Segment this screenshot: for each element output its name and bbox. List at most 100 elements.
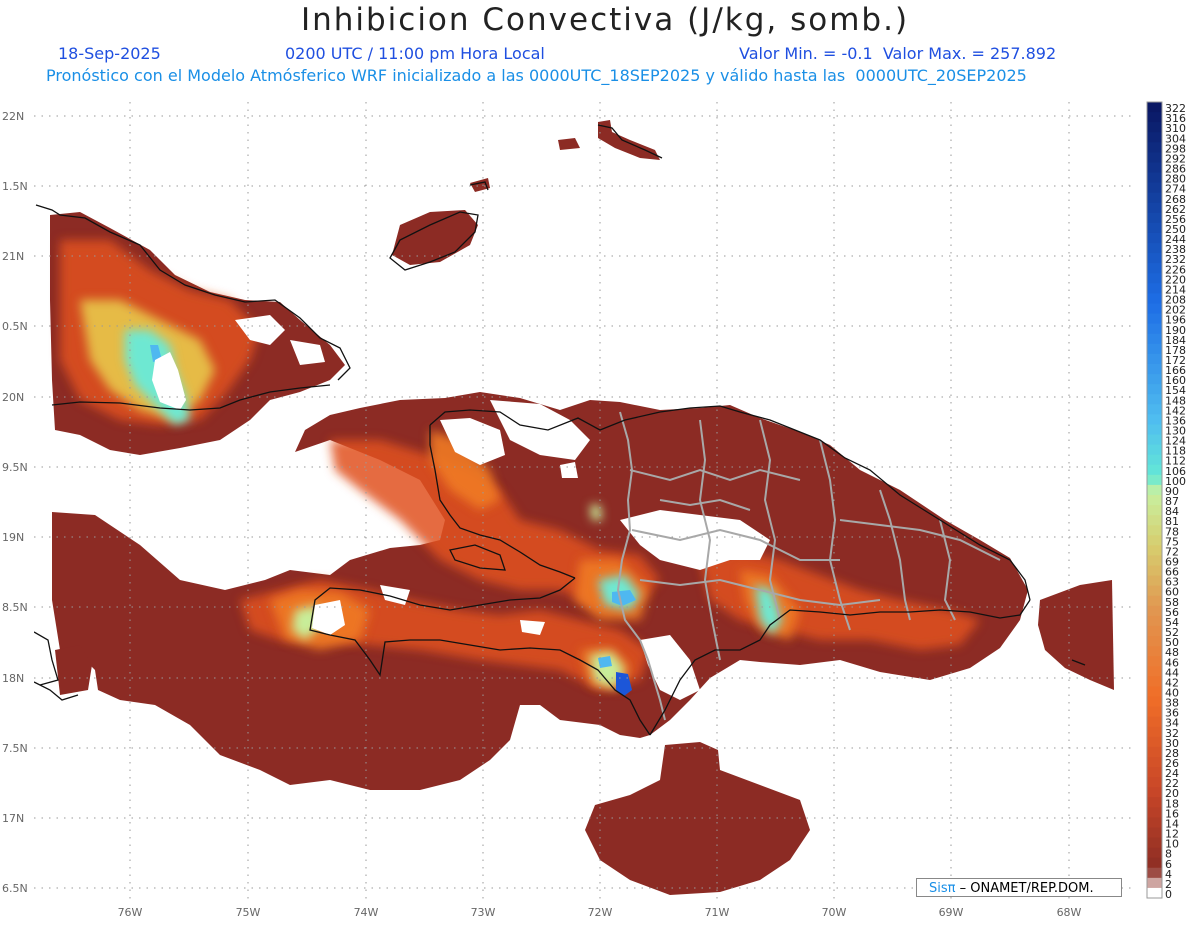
colorbar-swatch <box>1147 555 1162 566</box>
colorbar-swatch <box>1147 585 1162 597</box>
colorbar-swatch <box>1147 303 1162 315</box>
colorbar-swatch <box>1147 676 1162 687</box>
colorbar-swatch <box>1147 202 1162 214</box>
colorbar: 3223163103042982922862802742682622562502… <box>1146 101 1186 901</box>
colorbar-swatch <box>1147 484 1162 496</box>
colorbar-label: 0 <box>1165 888 1172 901</box>
colorbar-swatch <box>1147 857 1162 869</box>
lon-label-6: 70W <box>822 906 847 919</box>
colorbar-swatch <box>1147 102 1162 113</box>
forecast-time: 0200 UTC / 11:00 pm Hora Local <box>285 44 545 63</box>
colorbar-swatch <box>1147 595 1162 607</box>
colorbar-swatch <box>1147 767 1162 778</box>
colorbar-swatch <box>1147 867 1162 879</box>
forecast-map: 22N 1.5N 21N 0.5N 20N 9.5N 19N 8.5N 18N … <box>2 101 1186 919</box>
colorbar-swatch <box>1147 636 1162 647</box>
colorbar-swatch <box>1147 212 1162 224</box>
credit-text: – ONAMET/REP.DOM. <box>959 881 1094 896</box>
colorbar-swatch <box>1147 746 1162 758</box>
colorbar-swatch <box>1147 263 1162 274</box>
lon-label-7: 69W <box>939 906 964 919</box>
colorbar-swatch <box>1147 787 1162 798</box>
colorbar-swatch <box>1147 343 1162 355</box>
colorbar-swatch <box>1147 575 1162 587</box>
colorbar-swatch <box>1147 666 1162 677</box>
colorbar-swatch <box>1147 777 1162 788</box>
credit-brand: Sisπ <box>929 881 956 896</box>
colorbar-swatch <box>1147 817 1162 828</box>
colorbar-swatch <box>1147 525 1162 536</box>
value-min-max: Valor Min. = -0.1 Valor Max. = 257.892 <box>739 44 1057 63</box>
colorbar-swatch <box>1147 545 1162 556</box>
colorbar-swatch <box>1147 726 1162 738</box>
model-subtitle: Pronóstico con el Modelo Atmósferico WRF… <box>46 66 1027 85</box>
colorbar-swatch <box>1147 353 1162 365</box>
colorbar-swatch <box>1147 182 1162 194</box>
colorbar-swatch <box>1147 132 1162 143</box>
inhibition-field <box>50 120 1114 895</box>
lat-label-9: 7.5N <box>2 742 28 755</box>
lat-label-0: 22N <box>2 110 24 123</box>
field-bahamas-island-2 <box>598 120 660 160</box>
colorbar-swatch <box>1147 414 1162 425</box>
lon-label-0: 76W <box>118 906 143 919</box>
lat-label-5: 9.5N <box>2 461 28 474</box>
colorbar-swatch <box>1147 162 1162 174</box>
lon-label-3: 73W <box>471 906 496 919</box>
lat-label-8: 18N <box>2 672 24 685</box>
colorbar-swatch <box>1147 706 1162 718</box>
field-east-lobe <box>1038 580 1114 690</box>
field-bahamas-island-3 <box>558 138 580 150</box>
colorbar-swatch <box>1147 615 1162 627</box>
colorbar-swatch <box>1147 333 1162 345</box>
lat-label-4: 20N <box>2 391 24 404</box>
colorbar-swatch <box>1147 172 1162 184</box>
colorbar-swatch <box>1147 837 1162 849</box>
colorbar-labels: 3223163103042982922862802742682622562502… <box>1165 102 1186 901</box>
colorbar-swatch <box>1147 646 1162 657</box>
colorbar-swatch <box>1147 756 1162 768</box>
colorbar-swatch <box>1147 716 1162 728</box>
colorbar-swatch <box>1147 444 1162 456</box>
lon-label-8: 68W <box>1057 906 1082 919</box>
colorbar-swatch <box>1147 112 1162 123</box>
forecast-date: 18-Sep-2025 <box>58 44 161 63</box>
colorbar-swatch <box>1147 797 1162 808</box>
colorbar-swatch <box>1147 686 1162 697</box>
lon-label-1: 75W <box>236 906 261 919</box>
colorbar-swatch <box>1147 243 1162 254</box>
colorbar-swatch <box>1147 192 1162 204</box>
colorbar-swatch <box>1147 464 1162 476</box>
map-title: Inhibicion Convectiva (J/kg, somb.) <box>300 2 910 38</box>
field-southern-lobe <box>585 742 810 895</box>
colorbar-swatch <box>1147 736 1162 748</box>
colorbar-swatch <box>1147 222 1162 234</box>
colorbar-swatch <box>1147 394 1162 405</box>
colorbar-swatch <box>1147 877 1162 889</box>
colorbar-swatch <box>1147 696 1162 708</box>
colorbar-swatch <box>1147 474 1162 486</box>
colorbar-swatch <box>1147 283 1162 294</box>
latitude-labels: 22N 1.5N 21N 0.5N 20N 9.5N 19N 8.5N 18N … <box>2 110 28 895</box>
colorbar-swatch <box>1147 434 1162 446</box>
colorbar-swatch <box>1147 827 1162 839</box>
lat-label-1: 1.5N <box>2 180 28 193</box>
colorbar-swatch <box>1147 656 1162 667</box>
colorbar-swatch <box>1147 122 1162 133</box>
colorbar-swatch <box>1147 293 1162 305</box>
lon-label-4: 72W <box>588 906 613 919</box>
colorbar-swatch <box>1147 505 1162 516</box>
colorbar-swatch <box>1147 847 1162 859</box>
colorbar-swatch <box>1147 605 1162 617</box>
colorbar-swatch <box>1147 424 1162 436</box>
longitude-labels: 76W 75W 74W 73W 72W 71W 70W 69W 68W <box>118 906 1082 919</box>
colorbar-swatch <box>1147 494 1162 506</box>
colorbar-swatch <box>1147 454 1162 466</box>
colorbar-swatch <box>1147 313 1162 325</box>
credit-box: Sisπ – ONAMET/REP.DOM. <box>916 878 1122 897</box>
colorbar-swatches <box>1146 101 1163 899</box>
colorbar-swatch <box>1147 535 1162 546</box>
lat-label-6: 19N <box>2 531 24 544</box>
colorbar-swatch <box>1147 232 1162 244</box>
lat-label-10: 17N <box>2 812 24 825</box>
